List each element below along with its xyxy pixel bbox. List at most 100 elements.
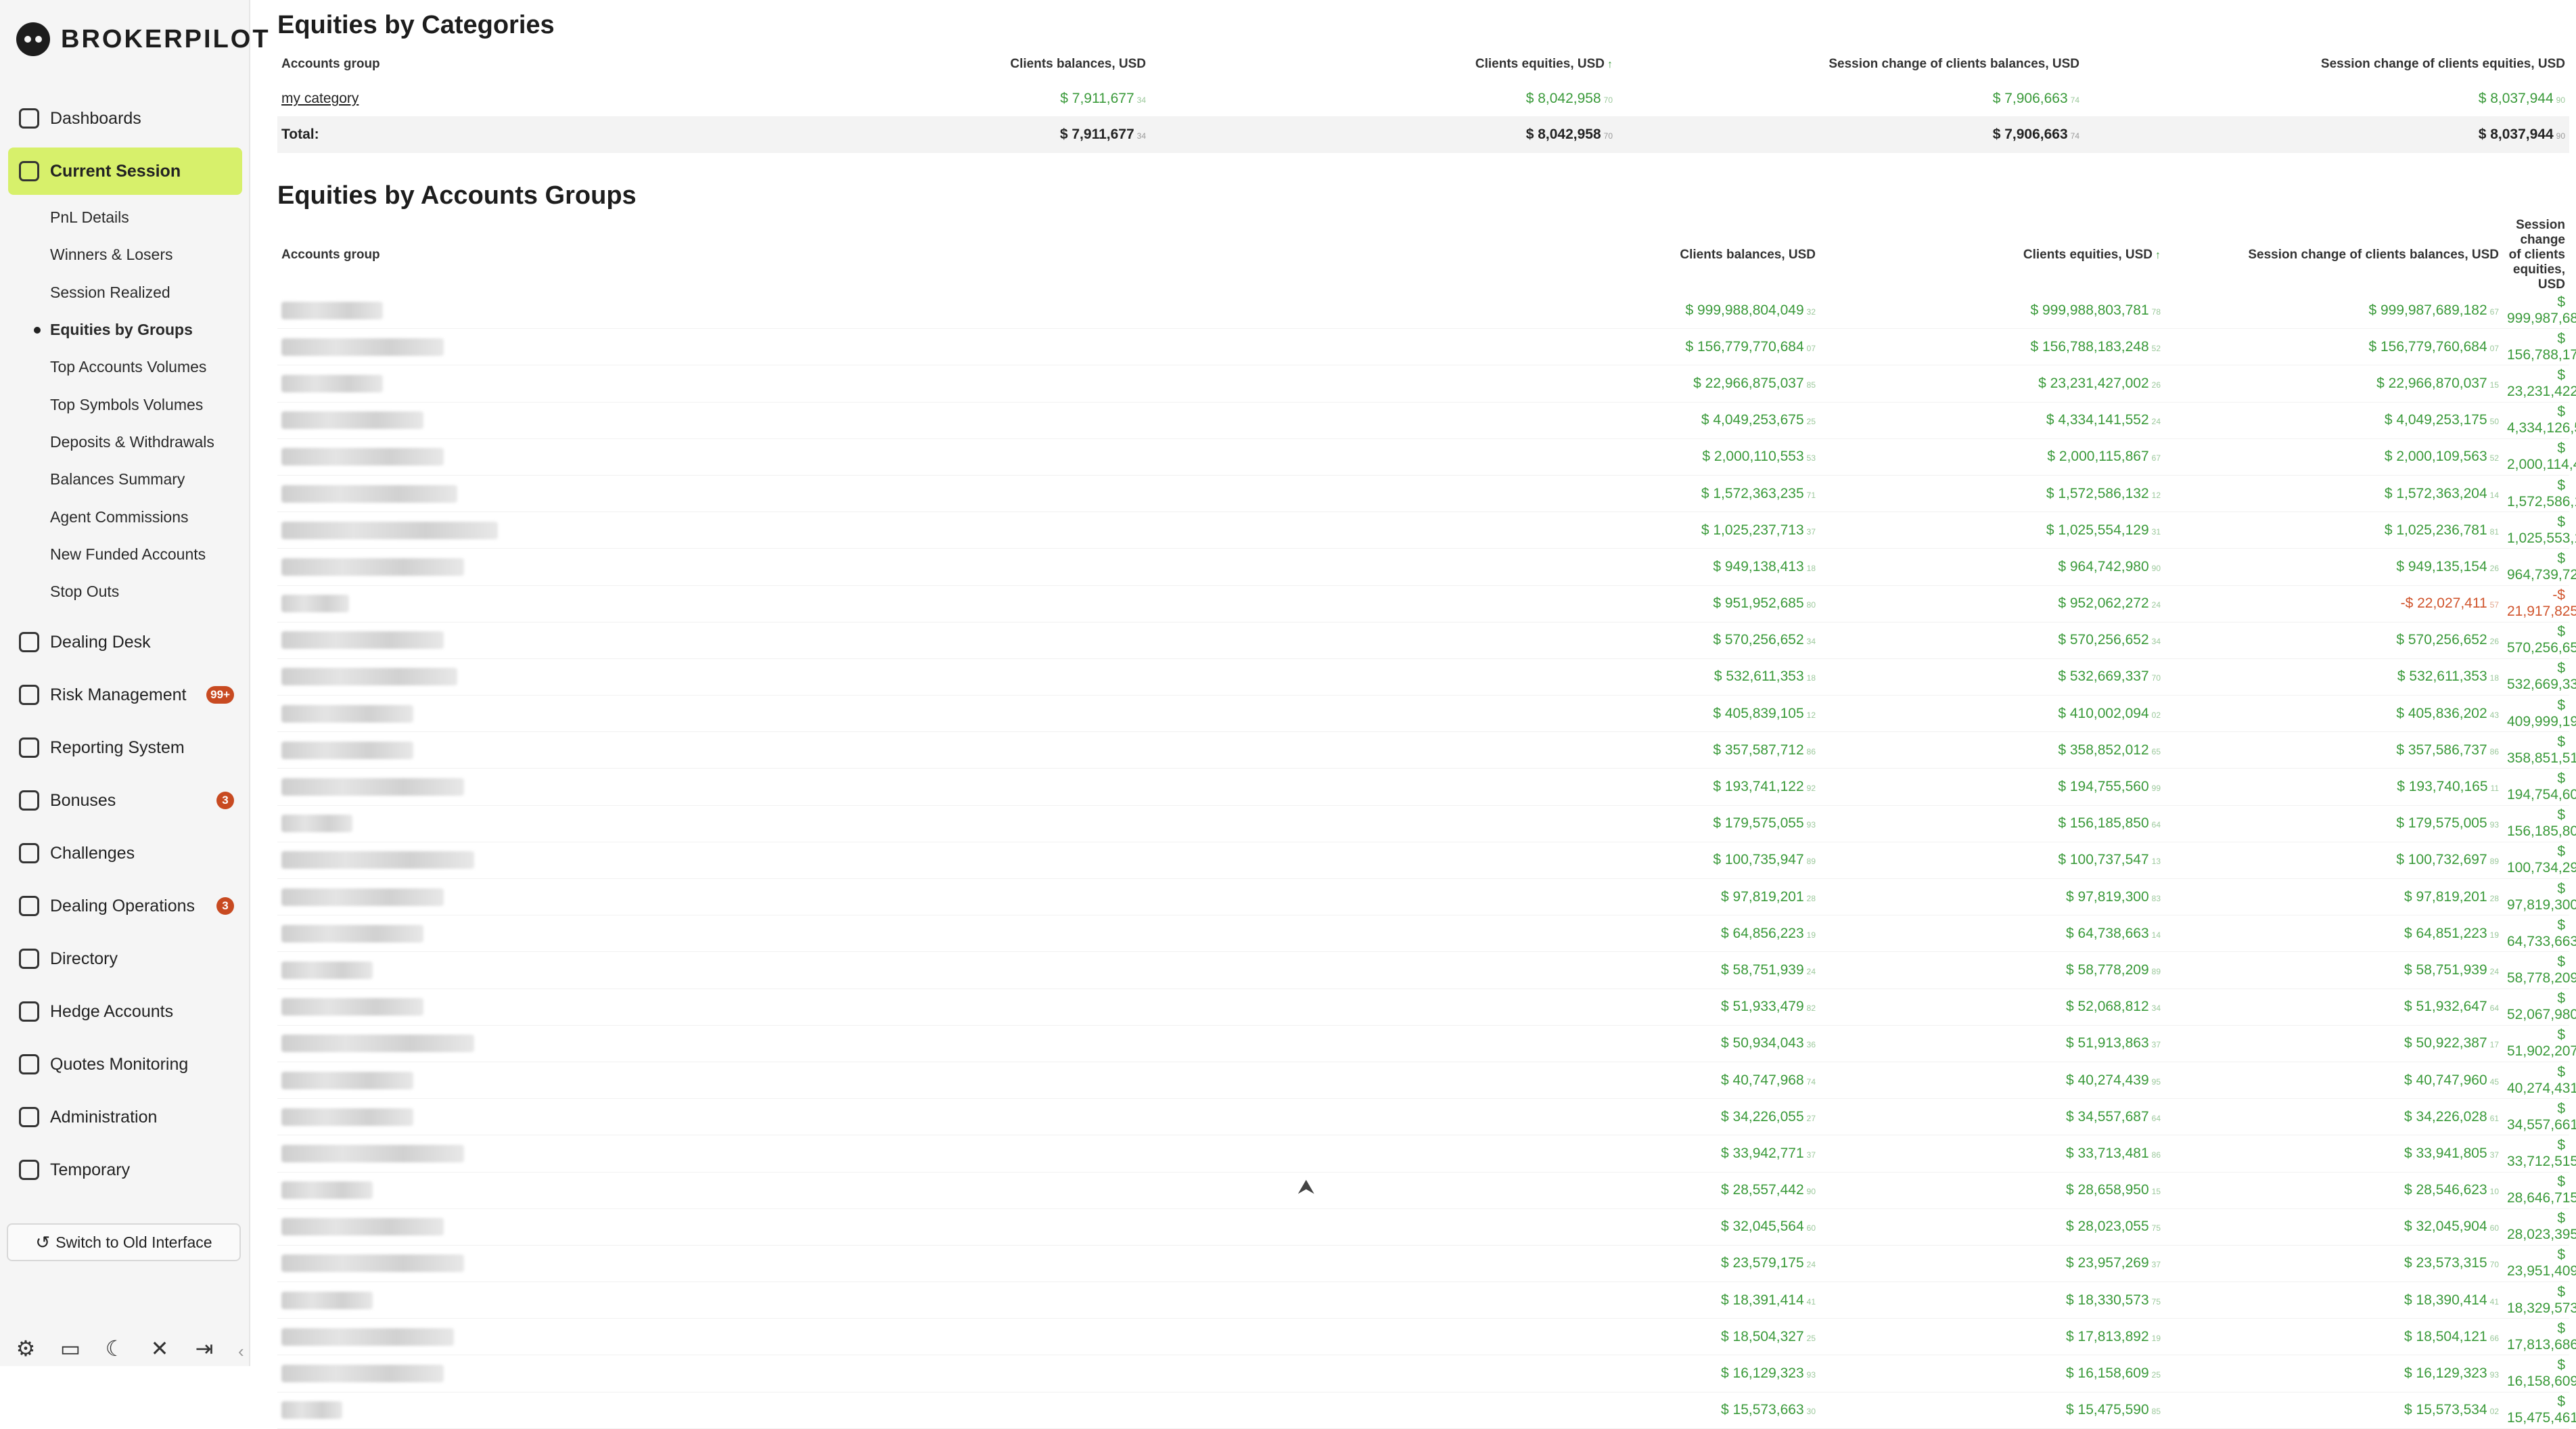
group-name-cell[interactable] — [277, 292, 1536, 330]
sidebar-item-challenges[interactable]: Challenges — [8, 830, 242, 877]
group-name-cell[interactable] — [277, 768, 1536, 806]
submenu-item-top-accounts-volumes[interactable]: Top Accounts Volumes — [50, 348, 242, 386]
table-row[interactable]: $ 23,579,175 24 $ 23,957,269 37 $ 23,573,315… — [277, 1245, 2576, 1283]
sidebar-item-bonuses[interactable]: Bonuses 3 — [8, 777, 242, 824]
group-name-cell[interactable] — [277, 951, 1536, 989]
group-name-cell[interactable] — [277, 1098, 1536, 1136]
table-row[interactable]: $ 357,587,712 86 $ 358,852,012 65 $ 357,586,… — [277, 731, 2576, 769]
sidebar-item-current-session[interactable]: Current Session — [8, 148, 242, 195]
group-name-cell[interactable] — [277, 805, 1536, 842]
sort-arrow-icon[interactable]: ↑ — [2155, 250, 2161, 261]
column-header[interactable]: Session change of clients equities, USD — [2503, 218, 2569, 292]
table-row[interactable]: $ 50,934,043 36 $ 51,913,863 37 $ 50,922,387… — [277, 1025, 2576, 1062]
table-row[interactable]: $ 58,751,939 24 $ 58,778,209 89 $ 58,751,939… — [277, 951, 2576, 989]
column-header[interactable]: Session change of clients balances, USD — [1617, 47, 2084, 81]
group-name-cell[interactable] — [277, 1062, 1536, 1099]
column-header[interactable]: Session change of clients balances, USD — [2165, 218, 2503, 292]
table-row[interactable]: $ 18,504,327 25 $ 17,813,892 19 $ 18,504,121… — [277, 1318, 2576, 1356]
table-row[interactable]: $ 1,025,237,713 37 $ 1,025,554,129 31 $ 1,02… — [277, 512, 2576, 549]
table-row[interactable]: $ 34,226,055 27 $ 34,557,687 64 $ 34,226,028… — [277, 1098, 2576, 1136]
sidebar-item-dashboards[interactable]: Dashboards — [8, 95, 242, 142]
group-name-cell[interactable] — [277, 475, 1536, 513]
table-row[interactable]: $ 4,049,253,675 25 $ 4,334,141,552 24 $ 4,04… — [277, 402, 2576, 439]
sidebar-item-dealing-operations[interactable]: Dealing Operations 3 — [8, 882, 242, 930]
group-name-cell[interactable] — [277, 1281, 1536, 1319]
group-name-cell[interactable] — [277, 438, 1536, 476]
switch-old-interface-button[interactable]: ↺ Switch to Old Interface — [7, 1223, 241, 1261]
logout-icon[interactable]: ⇥ — [192, 1336, 216, 1361]
group-name-cell[interactable] — [277, 1318, 1536, 1356]
group-name-cell[interactable] — [277, 402, 1536, 439]
table-row[interactable]: $ 40,747,968 74 $ 40,274,439 95 $ 40,747,960… — [277, 1062, 2576, 1099]
table-row[interactable]: $ 570,256,652 34 $ 570,256,652 34 $ 570,256,… — [277, 622, 2576, 659]
submenu-item-equities-by-groups[interactable]: Equities by Groups — [34, 311, 242, 348]
table-row[interactable]: $ 156,779,770,684 07 $ 156,788,183,248 52 $ … — [277, 328, 2576, 366]
table-row[interactable]: $ 64,856,223 19 $ 64,738,663 14 $ 64,851,223… — [277, 915, 2576, 953]
group-name-cell[interactable] — [277, 512, 1536, 549]
table-row[interactable]: $ 999,988,804,049 32 $ 999,988,803,781 78 $ … — [277, 292, 2576, 330]
sidebar-item-reporting-system[interactable]: Reporting System — [8, 724, 242, 771]
logo[interactable]: BROKERPILOT — [16, 19, 271, 60]
sidebar-item-quotes-monitoring[interactable]: Quotes Monitoring — [8, 1041, 242, 1088]
group-name-cell[interactable] — [277, 365, 1536, 403]
group-name-cell[interactable] — [277, 585, 1536, 622]
table-row[interactable]: $ 949,138,413 18 $ 964,742,980 90 $ 949,135,… — [277, 548, 2576, 586]
submenu-item-deposits-withdrawals[interactable]: Deposits & Withdrawals — [50, 424, 242, 461]
settings-icon[interactable]: ⚙ — [14, 1336, 38, 1361]
table-row[interactable]: $ 32,045,564 60 $ 28,023,055 75 $ 32,045,904… — [277, 1208, 2576, 1246]
table-row[interactable]: $ 2,000,110,553 53 $ 2,000,115,867 67 $ 2,00… — [277, 438, 2576, 476]
table-row[interactable]: $ 100,735,947 89 $ 100,737,547 13 $ 100,732,… — [277, 842, 2576, 880]
group-name-cell[interactable] — [277, 842, 1536, 880]
sidebar-item-directory[interactable]: Directory — [8, 935, 242, 982]
category-link[interactable]: my category — [281, 91, 359, 106]
table-row[interactable]: $ 951,952,685 80 $ 952,062,272 24 -$ 22,027,… — [277, 585, 2576, 622]
table-row[interactable]: $ 193,741,122 92 $ 194,755,560 99 $ 193,740,… — [277, 768, 2576, 806]
group-name-cell[interactable] — [277, 1172, 1536, 1209]
table-row[interactable]: $ 18,391,414 41 $ 18,330,573 75 $ 18,390,414… — [277, 1281, 2576, 1319]
column-header[interactable]: Clients balances, USD — [656, 47, 1150, 81]
table-row[interactable]: $ 33,942,771 37 $ 33,713,481 86 $ 33,941,805… — [277, 1135, 2576, 1173]
table-row[interactable]: $ 97,819,201 28 $ 97,819,300 83 $ 97,819,201… — [277, 878, 2576, 916]
group-name-cell[interactable] — [277, 1208, 1536, 1246]
table-row[interactable]: $ 51,933,479 82 $ 52,068,812 34 $ 51,932,647… — [277, 989, 2576, 1026]
table-row[interactable]: $ 405,839,105 12 $ 410,002,094 02 $ 405,836,… — [277, 695, 2576, 733]
sound-off-icon[interactable]: ✕ — [147, 1336, 172, 1361]
submenu-item-winners-losers[interactable]: Winners & Losers — [50, 236, 242, 273]
submenu-item-top-symbols-volumes[interactable]: Top Symbols Volumes — [50, 386, 242, 423]
column-header[interactable]: Session change of clients equities, USD — [2084, 47, 2569, 81]
group-name-cell[interactable] — [277, 658, 1536, 696]
group-name-cell[interactable] — [277, 1025, 1536, 1062]
table-row[interactable]: $ 22,966,875,037 85 $ 23,231,427,002 26 $ 22… — [277, 365, 2576, 403]
group-name-cell[interactable] — [277, 622, 1536, 659]
table-row[interactable]: $ 179,575,055 93 $ 156,185,850 64 $ 179,575,… — [277, 805, 2576, 842]
group-name-cell[interactable] — [277, 1245, 1536, 1283]
sidebar-item-administration[interactable]: Administration — [8, 1093, 242, 1141]
table-row[interactable]: $ 16,129,323 93 $ 16,158,609 25 $ 16,129,323… — [277, 1355, 2576, 1392]
submenu-item-pnl-details[interactable]: PnL Details — [50, 199, 242, 236]
sort-arrow-icon[interactable]: ↑ — [1607, 59, 1613, 70]
table-row[interactable]: $ 28,557,442 90 $ 28,658,950 15 $ 28,546,623… — [277, 1172, 2576, 1209]
column-header[interactable]: Clients balances, USD — [1536, 218, 1820, 292]
column-header[interactable]: Clients equities, USD ↑ — [1820, 218, 2165, 292]
group-name-cell[interactable] — [277, 695, 1536, 733]
sidebar-item-hedge-accounts[interactable]: Hedge Accounts — [8, 988, 242, 1035]
group-name-cell[interactable] — [277, 1355, 1536, 1392]
submenu-item-balances-summary[interactable]: Balances Summary — [50, 461, 242, 498]
group-name-cell[interactable] — [277, 1135, 1536, 1173]
column-header[interactable]: Accounts group — [277, 218, 1536, 292]
column-header[interactable]: Clients equities, USD ↑ — [1150, 47, 1617, 81]
column-header[interactable]: Accounts group — [277, 47, 656, 81]
group-name-cell[interactable] — [277, 548, 1536, 586]
group-name-cell[interactable] — [277, 989, 1536, 1026]
submenu-item-stop-outs[interactable]: Stop Outs — [50, 573, 242, 610]
group-name-cell[interactable] — [277, 878, 1536, 916]
sidebar-item-risk-management[interactable]: Risk Management 99+ — [8, 671, 242, 719]
table-row[interactable]: my category $ 7,911,677 34 $ 8,042,958 70 $ 7… — [277, 81, 2569, 117]
submenu-item-agent-commissions[interactable]: Agent Commissions — [50, 498, 242, 535]
collapse-sidebar-icon[interactable]: ‹ — [238, 1341, 244, 1362]
group-name-cell[interactable] — [277, 915, 1536, 953]
sidebar-item-dealing-desk[interactable]: Dealing Desk — [8, 618, 242, 666]
moon-icon[interactable]: ☾ — [103, 1336, 127, 1361]
table-row[interactable]: $ 15,573,663 30 $ 15,475,590 85 $ 15,573,534… — [277, 1392, 2576, 1429]
sidebar-item-temporary[interactable]: Temporary — [8, 1146, 242, 1194]
